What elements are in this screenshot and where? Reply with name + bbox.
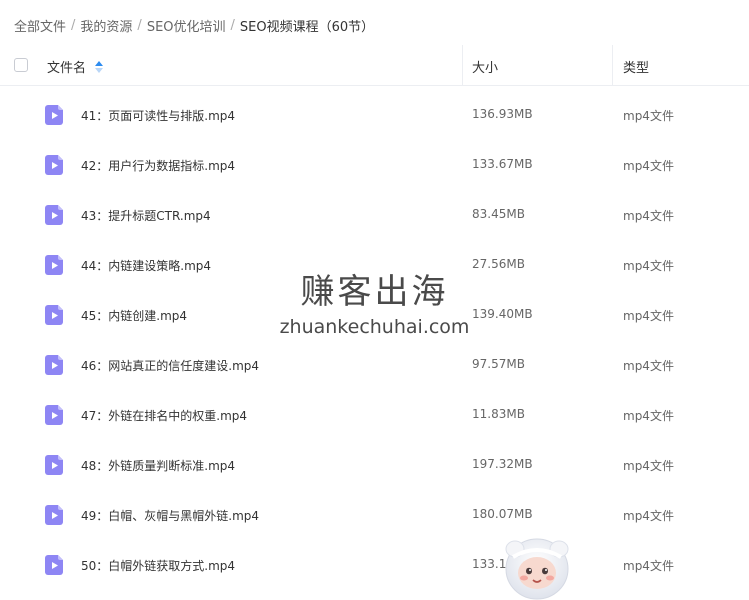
- table-row[interactable]: 42：用户行为数据指标.mp4 133.67MB mp4文件: [0, 140, 749, 190]
- table-row[interactable]: 47：外链在排名中的权重.mp4 11.83MB mp4文件: [0, 390, 749, 440]
- file-name[interactable]: 42：用户行为数据指标.mp4: [81, 157, 235, 174]
- video-file-icon: [45, 555, 63, 575]
- video-file-icon: [45, 255, 63, 275]
- column-header-type[interactable]: 类型: [623, 57, 649, 76]
- file-type: mp4文件: [623, 409, 674, 423]
- breadcrumb-all-files[interactable]: 全部文件: [14, 16, 66, 35]
- sort-arrows-icon[interactable]: [95, 60, 104, 74]
- breadcrumb-separator: /: [71, 17, 76, 33]
- file-name[interactable]: 44：内链建设策略.mp4: [81, 257, 211, 274]
- file-list: 41：页面可读性与排版.mp4 136.93MB mp4文件 42：用户行为数据…: [0, 90, 749, 590]
- file-type: mp4文件: [623, 509, 674, 523]
- video-file-icon: [45, 405, 63, 425]
- select-all-checkbox[interactable]: [14, 58, 28, 72]
- file-name[interactable]: 48：外链质量判断标准.mp4: [81, 457, 235, 474]
- file-size: 180.07MB: [472, 507, 533, 521]
- breadcrumb-seo-training[interactable]: SEO优化培训: [147, 16, 226, 35]
- table-row[interactable]: 43：提升标题CTR.mp4 83.45MB mp4文件: [0, 190, 749, 240]
- file-size: 11.83MB: [472, 407, 525, 421]
- table-row[interactable]: 50：白帽外链获取方式.mp4 133.1 mp4文件: [0, 540, 749, 590]
- file-size: 139.40MB: [472, 307, 533, 321]
- video-file-icon: [45, 355, 63, 375]
- column-header-name[interactable]: 文件名: [47, 57, 104, 76]
- table-row[interactable]: 41：页面可读性与排版.mp4 136.93MB mp4文件: [0, 90, 749, 140]
- file-type: mp4文件: [623, 559, 674, 573]
- video-file-icon: [45, 105, 63, 125]
- breadcrumb: 全部文件 / 我的资源 / SEO优化培训 / SEO视频课程（60节）: [14, 15, 374, 35]
- table-row[interactable]: 48：外链质量判断标准.mp4 197.32MB mp4文件: [0, 440, 749, 490]
- file-name[interactable]: 50：白帽外链获取方式.mp4: [81, 557, 235, 574]
- file-name[interactable]: 49：白帽、灰帽与黑帽外链.mp4: [81, 507, 259, 524]
- file-type: mp4文件: [623, 359, 674, 373]
- mascot-character[interactable]: [503, 535, 571, 600]
- file-name[interactable]: 43：提升标题CTR.mp4: [81, 207, 211, 224]
- breadcrumb-separator: /: [230, 17, 235, 33]
- video-file-icon: [45, 505, 63, 525]
- column-header-name-label: 文件名: [47, 61, 87, 76]
- video-file-icon: [45, 155, 63, 175]
- table-row[interactable]: 44：内链建设策略.mp4 27.56MB mp4文件: [0, 240, 749, 290]
- file-name[interactable]: 41：页面可读性与排版.mp4: [81, 107, 235, 124]
- file-size: 97.57MB: [472, 357, 525, 371]
- table-row[interactable]: 46：网站真正的信任度建设.mp4 97.57MB mp4文件: [0, 340, 749, 390]
- file-name[interactable]: 45：内链创建.mp4: [81, 307, 187, 324]
- breadcrumb-current-folder: SEO视频课程（60节）: [239, 19, 375, 35]
- file-name[interactable]: 46：网站真正的信任度建设.mp4: [81, 357, 259, 374]
- column-divider[interactable]: [612, 45, 613, 86]
- file-size: 197.32MB: [472, 457, 533, 471]
- table-row[interactable]: 49：白帽、灰帽与黑帽外链.mp4 180.07MB mp4文件: [0, 490, 749, 540]
- file-size: 27.56MB: [472, 257, 525, 271]
- file-type: mp4文件: [623, 259, 674, 273]
- breadcrumb-separator: /: [137, 17, 142, 33]
- file-type: mp4文件: [623, 109, 674, 123]
- video-file-icon: [45, 205, 63, 225]
- video-file-icon: [45, 455, 63, 475]
- file-size: 136.93MB: [472, 107, 533, 121]
- file-name[interactable]: 47：外链在排名中的权重.mp4: [81, 407, 247, 424]
- table-row[interactable]: 45：内链创建.mp4 139.40MB mp4文件: [0, 290, 749, 340]
- file-type: mp4文件: [623, 459, 674, 473]
- file-size: 133.67MB: [472, 157, 533, 171]
- file-size: 83.45MB: [472, 207, 525, 221]
- file-size: 133.1: [472, 557, 507, 571]
- file-type: mp4文件: [623, 309, 674, 323]
- table-header: 文件名 大小 类型: [0, 45, 749, 86]
- column-divider[interactable]: [462, 45, 463, 86]
- file-type: mp4文件: [623, 159, 674, 173]
- breadcrumb-my-resources[interactable]: 我的资源: [80, 16, 132, 35]
- file-type: mp4文件: [623, 209, 674, 223]
- video-file-icon: [45, 305, 63, 325]
- column-header-size[interactable]: 大小: [472, 57, 498, 76]
